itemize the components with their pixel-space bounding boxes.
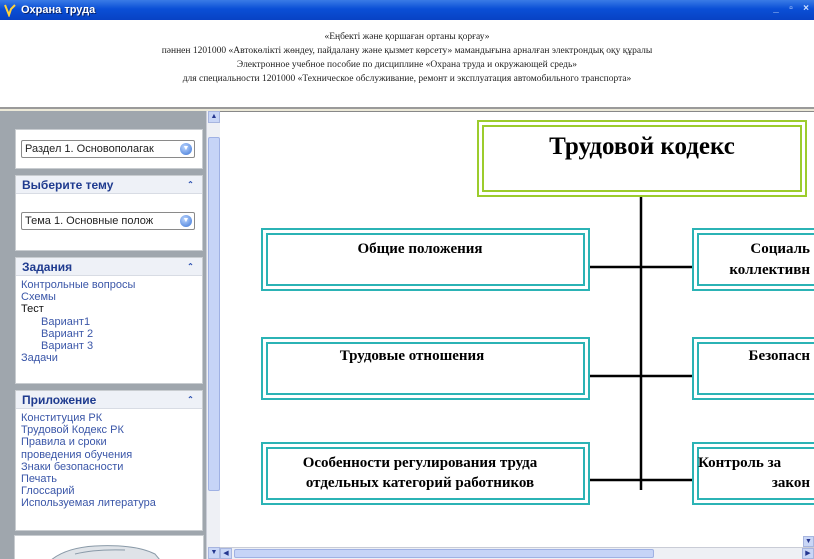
appendix-link-labor-code[interactable]: Трудовой Кодекс РК [21, 424, 202, 436]
section-select-value: Раздел 1. Основополагак [25, 143, 154, 155]
appendix-link-print[interactable]: Печать [21, 473, 202, 485]
content-horizontal-scrollbar[interactable]: ◀ ▶ [220, 547, 814, 559]
topic-panel-title: Выберите тему [22, 177, 114, 192]
header-line-3: Электронное учебное пособие по дисциплин… [236, 60, 578, 70]
task-link-problems[interactable]: Задачи [21, 352, 202, 364]
scroll-right-arrow-icon[interactable]: ▶ [802, 548, 814, 559]
appendix-panel-header[interactable]: Приложение ⌃ [16, 391, 202, 409]
appendix-link-training[interactable]: проведения обучения [21, 449, 202, 461]
close-button[interactable]: × [800, 3, 812, 14]
diagram-box-control-label-1: Контроль за [698, 455, 782, 471]
diagram-box-special-categories-label-2: отдельных категорий работников [306, 475, 534, 491]
sidebar-scrollbar[interactable]: ▲ ▼ [206, 111, 220, 559]
diagram-box-control: Контроль за закон [692, 442, 814, 505]
appendix-link-safety-signs[interactable]: Знаки безопасности [21, 461, 202, 473]
topic-select[interactable]: Тема 1. Основные полож ▼ [21, 212, 195, 230]
diagram-root-label: Трудовой кодекс [549, 133, 735, 160]
diagram-box-safety-label: Безопасн [749, 348, 811, 364]
task-link-schemes[interactable]: Схемы [21, 291, 202, 303]
topic-select-value: Тема 1. Основные полож [25, 215, 154, 227]
appendix-link-constitution[interactable]: Конституция РК [21, 412, 202, 424]
minimize-button[interactable]: _ [770, 3, 782, 14]
diagram-box-labor-relations: Трудовые отношения [261, 337, 590, 400]
content-area: Трудовой кодекс Общие положения Трудовые… [220, 111, 814, 547]
section-select[interactable]: Раздел 1. Основополагак ▼ [21, 140, 195, 158]
header-line-2: пәннен 1201000 «Автокөлікті жөндеу, пайд… [161, 46, 653, 56]
sidebar-scroll-thumb[interactable] [208, 137, 220, 491]
diagram-root-box: Трудовой кодекс [477, 120, 807, 197]
double-chevron-up-icon[interactable]: ⌃ [185, 394, 196, 405]
content-vertical-scrollbar[interactable]: ▼ [803, 116, 814, 547]
diagram-box-general-label: Общие положения [357, 241, 482, 257]
course-header: «Еңбекті және қоршаған ортаны қорғау» пә… [0, 20, 814, 109]
sidebar: Раздел 1. Основополагак ▼ Выберите тему … [0, 111, 206, 559]
window-title: Охрана труда [21, 4, 96, 16]
double-chevron-up-icon[interactable]: ⌃ [185, 179, 196, 190]
scroll-left-arrow-icon[interactable]: ◀ [220, 548, 232, 559]
appendix-panel-title: Приложение [22, 392, 97, 407]
diagram-box-safety: Безопасн [692, 337, 814, 400]
appendix-panel: Приложение ⌃ Конституция РК Трудовой Код… [15, 390, 203, 531]
diagram-box-social: Социаль коллективн [692, 228, 814, 291]
scroll-down-arrow-icon[interactable]: ▼ [208, 547, 220, 559]
diagram-box-labor-relations-label: Трудовые отношения [340, 348, 485, 364]
task-link-variant-2[interactable]: Вариант 2 [21, 328, 202, 340]
double-chevron-up-icon[interactable]: ⌃ [185, 261, 196, 272]
app-icon [4, 4, 16, 17]
task-link-test[interactable]: Тест [21, 303, 202, 315]
car-image [14, 535, 204, 559]
task-link-variant-3[interactable]: Вариант 3 [21, 340, 202, 352]
header-line-4: для специальности 1201000 «Техническое о… [182, 74, 632, 84]
tasks-panel-header[interactable]: Задания ⌃ [16, 258, 202, 276]
header-line-1: «Еңбекті және қоршаған ортаны қорғау» [324, 32, 490, 42]
topic-panel-header[interactable]: Выберите тему ⌃ [16, 176, 202, 194]
dropdown-arrow-icon[interactable]: ▼ [180, 215, 192, 227]
tasks-panel: Задания ⌃ Контрольные вопросы Схемы Тест… [15, 257, 203, 384]
maximize-button[interactable]: ▫ [785, 3, 797, 14]
appendix-link-rules[interactable]: Правила и сроки [21, 436, 202, 448]
task-link-variant-1[interactable]: Вариант1 [21, 316, 202, 328]
diagram-box-social-label-1: Социаль [750, 241, 810, 257]
task-link-questions[interactable]: Контрольные вопросы [21, 279, 202, 291]
scroll-up-arrow-icon[interactable]: ▲ [208, 111, 220, 123]
appendix-link-glossary[interactable]: Глоссарий [21, 485, 202, 497]
section-panel: Раздел 1. Основополагак ▼ [15, 129, 203, 169]
appendix-link-literature[interactable]: Используемая литература [21, 497, 202, 509]
diagram-box-special-categories: Особенности регулирования труда отдельны… [261, 442, 590, 505]
topic-panel: Выберите тему ⌃ Тема 1. Основные полож ▼ [15, 175, 203, 251]
tasks-panel-title: Задания [22, 259, 73, 274]
diagram-box-special-categories-label-1: Особенности регулирования труда [303, 455, 538, 471]
dropdown-arrow-icon[interactable]: ▼ [180, 143, 192, 155]
diagram-connectors [589, 196, 693, 490]
labor-code-diagram: Трудовой кодекс Общие положения Трудовые… [261, 120, 814, 505]
diagram-box-social-label-2: коллективн [729, 262, 810, 278]
window-titlebar[interactable]: Охрана труда _ ▫ × [0, 0, 814, 20]
diagram-box-general: Общие положения [261, 228, 590, 291]
scroll-down-arrow-icon[interactable]: ▼ [803, 536, 814, 547]
horizontal-scroll-thumb[interactable] [234, 549, 654, 558]
